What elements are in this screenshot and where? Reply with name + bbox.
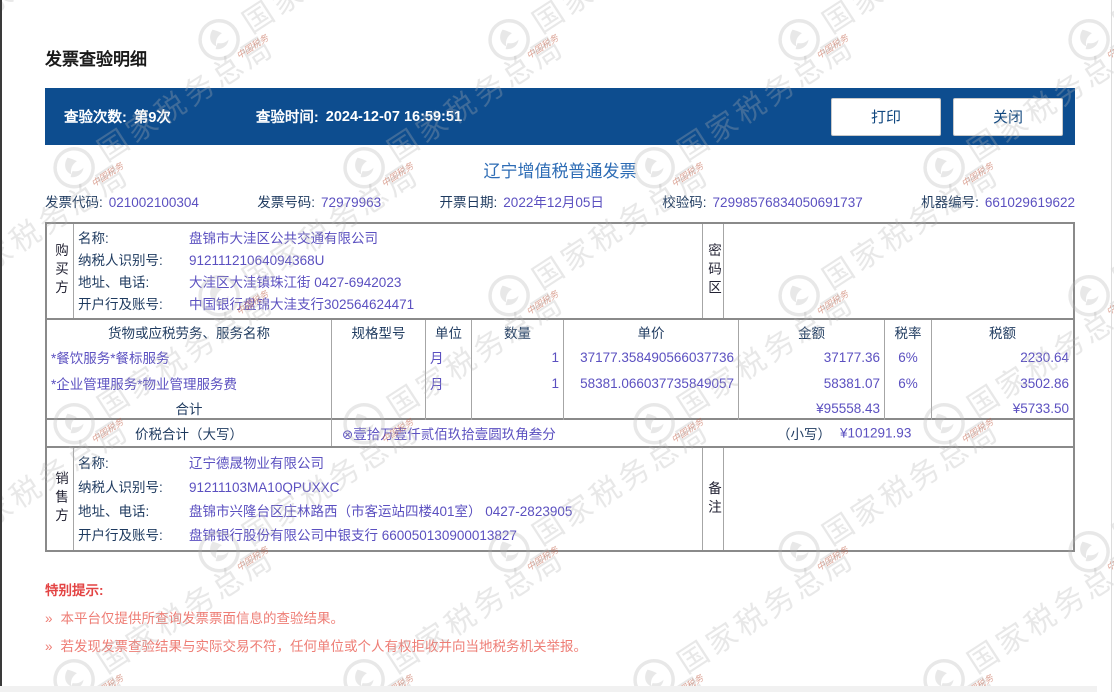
- col-header-tax: 税额: [932, 320, 1073, 344]
- grand-total-small-value: ¥101291.93: [840, 426, 911, 441]
- buyer-bank-row: 开户行及账号: 中国银行盘锦大洼支行302564624471: [74, 296, 702, 313]
- items-total-tax: ¥5733.50: [932, 396, 1073, 420]
- item-name-cell: *餐饮服务*餐标服务: [47, 344, 332, 370]
- buyer-section: 购买方 名称: 盘锦市大洼区公共交通有限公司 纳税人识别号: 912111210…: [47, 224, 1073, 320]
- buyer-fields: 名称: 盘锦市大洼区公共交通有限公司 纳税人识别号: 9121112106409…: [74, 224, 702, 318]
- watermark-text: 国家税务总局: [1102, 662, 1114, 692]
- password-area-label: 密码区: [702, 224, 724, 318]
- item-qty-cell: 1: [472, 370, 564, 396]
- item-tax-cell: 3502.86: [932, 370, 1073, 396]
- item-rate-cell: 6%: [885, 370, 932, 396]
- watermark-text: 国家税务总局: [1102, 0, 1114, 42]
- watermark-red-mark: 中国税务: [1103, 31, 1114, 62]
- items-total-qty-cell: [472, 396, 564, 420]
- item-amount-cell: 58381.07: [739, 370, 885, 396]
- item-tax-cell: 2230.64: [932, 344, 1073, 370]
- col-header-price: 单价: [564, 320, 739, 344]
- item-amount-cell: 37177.36: [739, 344, 885, 370]
- verification-info: 查验次数: 第9次 查验时间: 2024-12-07 16:59:51: [45, 106, 462, 127]
- item-unit-cell: 月: [426, 344, 472, 370]
- watermark-text: 国家税务总局: [1102, 150, 1114, 298]
- notice-title: 特别提示:: [45, 582, 1075, 600]
- grand-total-row: 价税合计（大写） ⊗壹拾万壹仟贰佰玖拾壹圆玖角叁分 （小写） ¥101291.9…: [47, 420, 1073, 448]
- grand-total-small-label: （小写）: [777, 423, 831, 443]
- seller-section-label: 销售方: [47, 448, 74, 550]
- grand-total-label: 价税合计（大写）: [47, 420, 332, 446]
- col-header-qty: 数量: [472, 320, 564, 344]
- seller-fields: 名称: 辽宁德晟物业有限公司 纳税人识别号: 91211103MA10QPUXX…: [74, 448, 702, 550]
- buyer-address-row: 地址、电话: 大洼区大洼镇珠江街 0427-6942023: [74, 274, 702, 291]
- seller-name-row: 名称: 辽宁德晟物业有限公司: [74, 455, 702, 472]
- buyer-name-row: 名称: 盘锦市大洼区公共交通有限公司: [74, 230, 702, 247]
- check-count-label: 查验次数:: [64, 106, 127, 127]
- col-header-name: 货物或应税劳务、服务名称: [47, 320, 332, 344]
- horizontal-scrollbar[interactable]: [0, 686, 1097, 692]
- notice-line: » 本平台仅提供所查询发票票面信息的查验结果。: [45, 610, 1075, 628]
- buyer-taxid-row: 纳税人识别号: 91211121064094368U: [74, 252, 702, 269]
- grand-total-capital: ⊗壹拾万壹仟贰佰玖拾壹圆玖角叁分: [342, 423, 556, 443]
- bullet-icon: »: [45, 610, 53, 628]
- item-name-cell: *企业管理服务*物业管理服务费: [47, 370, 332, 396]
- window-left-edge: [0, 0, 2, 692]
- items-total-label: 合计: [47, 396, 332, 420]
- buyer-section-label: 购买方: [47, 224, 74, 318]
- watermark-red-mark: 中国税务: [1103, 543, 1114, 574]
- items-total-unit-cell: [426, 396, 472, 420]
- invoice-number: 发票号码:72979963: [257, 194, 381, 212]
- window-right-edge: [1111, 0, 1112, 692]
- watermark-text: 国家税务总局: [812, 0, 1007, 42]
- print-button[interactable]: 打印: [831, 98, 941, 136]
- close-button[interactable]: 关闭: [953, 98, 1063, 136]
- password-area: [724, 224, 1073, 318]
- check-time-value: 2024-12-07 16:59:51: [326, 109, 462, 125]
- special-notice: 特别提示: » 本平台仅提供所查询发票票面信息的查验结果。 » 若发现发票查验结…: [45, 582, 1075, 656]
- invoice-check-code: 校验码:72998576834050691737: [662, 194, 862, 212]
- invoice-table: 购买方 名称: 盘锦市大洼区公共交通有限公司 纳税人识别号: 912111210…: [45, 222, 1075, 552]
- invoice-meta-row: 发票代码:021002100304 发票号码:72979963 开票日期:202…: [45, 194, 1075, 212]
- item-rate-cell: 6%: [885, 344, 932, 370]
- col-header-spec: 规格型号: [332, 320, 426, 344]
- remarks-area: [724, 448, 1073, 550]
- items-total-rate-cell: [885, 396, 932, 420]
- col-header-amount: 金额: [739, 320, 885, 344]
- invoice-title: 辽宁增值税普通发票: [45, 162, 1075, 181]
- bullet-icon: »: [45, 638, 53, 656]
- check-time-label: 查验时间:: [256, 106, 319, 127]
- col-header-unit: 单位: [426, 320, 472, 344]
- seller-section: 销售方 名称: 辽宁德晟物业有限公司 纳税人识别号: 91211103MA10Q…: [47, 448, 1073, 550]
- invoice-verification-page: 中国税务国家税务总局中国税务国家税务总局中国税务国家税务总局中国税务国家税务总局…: [0, 0, 1114, 692]
- invoice-code: 发票代码:021002100304: [45, 194, 199, 212]
- check-count-value: 第9次: [134, 106, 171, 127]
- item-price-cell: 58381.066037735849057: [564, 370, 739, 396]
- items-table: 货物或应税劳务、服务名称 规格型号 单位 数量 单价 金额 税率 税额 *餐饮服…: [47, 320, 1073, 420]
- invoice-machine-number: 机器编号:661029619622: [921, 194, 1075, 212]
- watermark-red-mark: 中国税务: [1103, 287, 1114, 318]
- watermark-text: 国家税务总局: [1102, 406, 1114, 554]
- toolbar-buttons: 打印 关闭: [831, 98, 1063, 136]
- items-total-spec-cell: [332, 396, 426, 420]
- item-spec-cell: [332, 370, 426, 396]
- seller-taxid-row: 纳税人识别号: 91211103MA10QPUXXC: [74, 479, 702, 496]
- item-price-cell: 37177.358490566037736: [564, 344, 739, 370]
- watermark-text: 国家税务总局: [522, 0, 717, 42]
- col-header-rate: 税率: [885, 320, 932, 344]
- items-total-price-cell: [564, 396, 739, 420]
- item-unit-cell: 月: [426, 370, 472, 396]
- seller-bank-row: 开户行及账号: 盘锦银行股份有限公司中银支行 66005013090001382…: [74, 527, 702, 544]
- invoice-date: 开票日期:2022年12月05日: [440, 194, 604, 212]
- item-spec-cell: [332, 344, 426, 370]
- watermark-text: 国家税务总局: [232, 0, 427, 42]
- items-total-amount: ¥95558.43: [739, 396, 885, 420]
- watermark-text: 国家税务总局: [0, 0, 137, 42]
- grand-total-values: ⊗壹拾万壹仟贰佰玖拾壹圆玖角叁分 （小写） ¥101291.93: [332, 420, 1073, 446]
- page-title: 发票查验明细: [45, 50, 1075, 70]
- verification-toolbar: 查验次数: 第9次 查验时间: 2024-12-07 16:59:51 打印 关…: [45, 88, 1075, 145]
- item-qty-cell: 1: [472, 344, 564, 370]
- notice-line: » 若发现发票查验结果与实际交易不符，任何单位或个人有权拒收并向当地税务机关举报…: [45, 638, 1075, 656]
- seller-address-row: 地址、电话: 盘锦市兴隆台区庄林路西（市客运站四楼401室） 0427-2823…: [74, 503, 702, 520]
- remarks-label: 备注: [702, 448, 724, 550]
